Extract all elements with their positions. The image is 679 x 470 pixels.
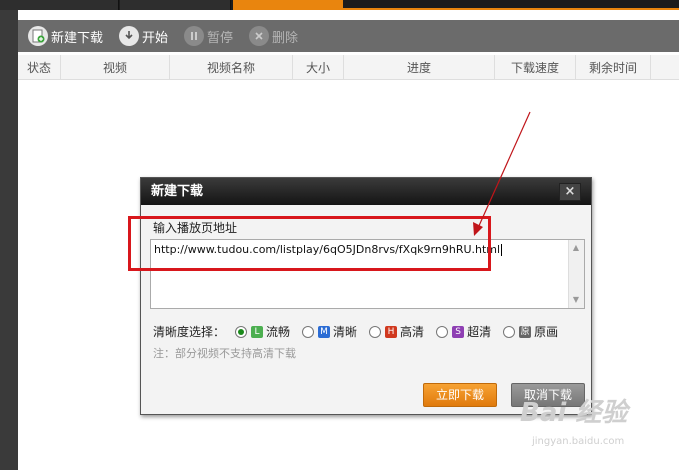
baidu-watermark-logo: Bai 经验: [520, 398, 628, 428]
baidu-watermark-url: jingyan.baidu.com: [532, 436, 625, 447]
